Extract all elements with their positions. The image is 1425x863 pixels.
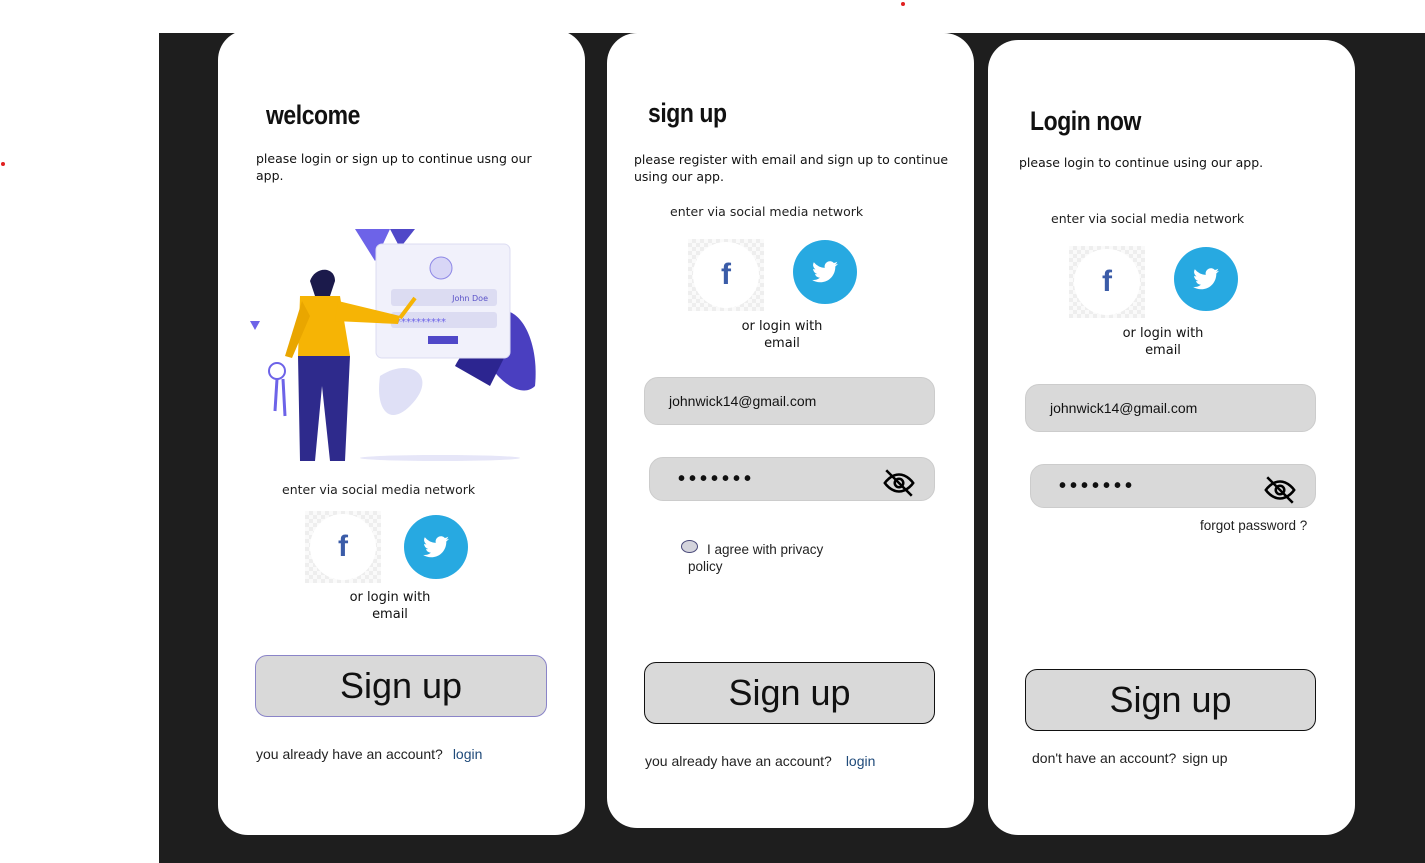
password-input[interactable]: •••••••: [1030, 464, 1316, 508]
sign-up-button[interactable]: Sign up: [644, 662, 935, 724]
password-value: •••••••: [1059, 474, 1137, 497]
sign-up-screen: sign up please register with email and s…: [607, 33, 974, 828]
twitter-icon: [1193, 268, 1219, 290]
subtitle: please register with email and sign up t…: [634, 152, 949, 184]
marker-dot: [901, 2, 905, 6]
social-label: enter via social media network: [670, 204, 864, 219]
forgot-password-link[interactable]: forgot password ?: [1200, 518, 1307, 533]
eye-off-icon[interactable]: [882, 466, 916, 500]
social-label: enter via social media network: [282, 482, 476, 497]
facebook-button[interactable]: f: [1069, 246, 1145, 318]
login-illustration: John Doe **********: [250, 229, 536, 461]
twitter-button[interactable]: [404, 515, 468, 579]
subtitle: please login or sign up to continue usng…: [256, 151, 532, 183]
social-label: enter via social media network: [1051, 211, 1245, 226]
email-input[interactable]: johnwick14@gmail.com: [1025, 384, 1316, 432]
illustration-password: **********: [396, 317, 446, 328]
subtitle: please login to continue using our app.: [1019, 155, 1264, 170]
sign-up-link[interactable]: sign up: [1182, 750, 1227, 766]
facebook-icon: f: [693, 242, 759, 308]
page-title: welcome: [266, 100, 360, 130]
twitter-button[interactable]: [1174, 247, 1238, 311]
page-title: sign up: [648, 98, 727, 128]
twitter-icon: [423, 536, 449, 558]
page-title: Login now: [1030, 106, 1141, 136]
footer-text: don't have an account?: [1032, 750, 1177, 766]
sign-up-button[interactable]: Sign up: [255, 655, 547, 717]
password-input[interactable]: •••••••: [649, 457, 935, 501]
footer-text: you already have an account?: [256, 746, 443, 762]
or-login-email: or login with email: [741, 319, 823, 351]
welcome-screen: welcome please login or sign up to conti…: [218, 30, 585, 835]
login-screen: Login now please login to continue using…: [988, 40, 1355, 835]
email-input[interactable]: johnwick14@gmail.com: [644, 377, 935, 425]
twitter-icon: [812, 261, 838, 283]
privacy-label: I agree with privacy policy: [688, 542, 824, 574]
sign-up-button[interactable]: Sign up: [1025, 669, 1316, 731]
marker-dot: [1, 162, 5, 166]
login-link[interactable]: login: [453, 746, 483, 762]
facebook-icon: f: [310, 514, 376, 580]
footer-text: you already have an account?: [645, 753, 832, 769]
twitter-button[interactable]: [793, 240, 857, 304]
facebook-icon: f: [1074, 249, 1140, 315]
facebook-button[interactable]: f: [305, 511, 381, 583]
or-login-email: or login with email: [349, 590, 431, 622]
or-login-email: or login with email: [1122, 326, 1204, 358]
eye-off-icon[interactable]: [1263, 473, 1297, 507]
login-link[interactable]: login: [846, 753, 876, 769]
illustration-name: John Doe: [451, 294, 488, 303]
password-value: •••••••: [678, 467, 756, 490]
facebook-button[interactable]: f: [688, 239, 764, 311]
